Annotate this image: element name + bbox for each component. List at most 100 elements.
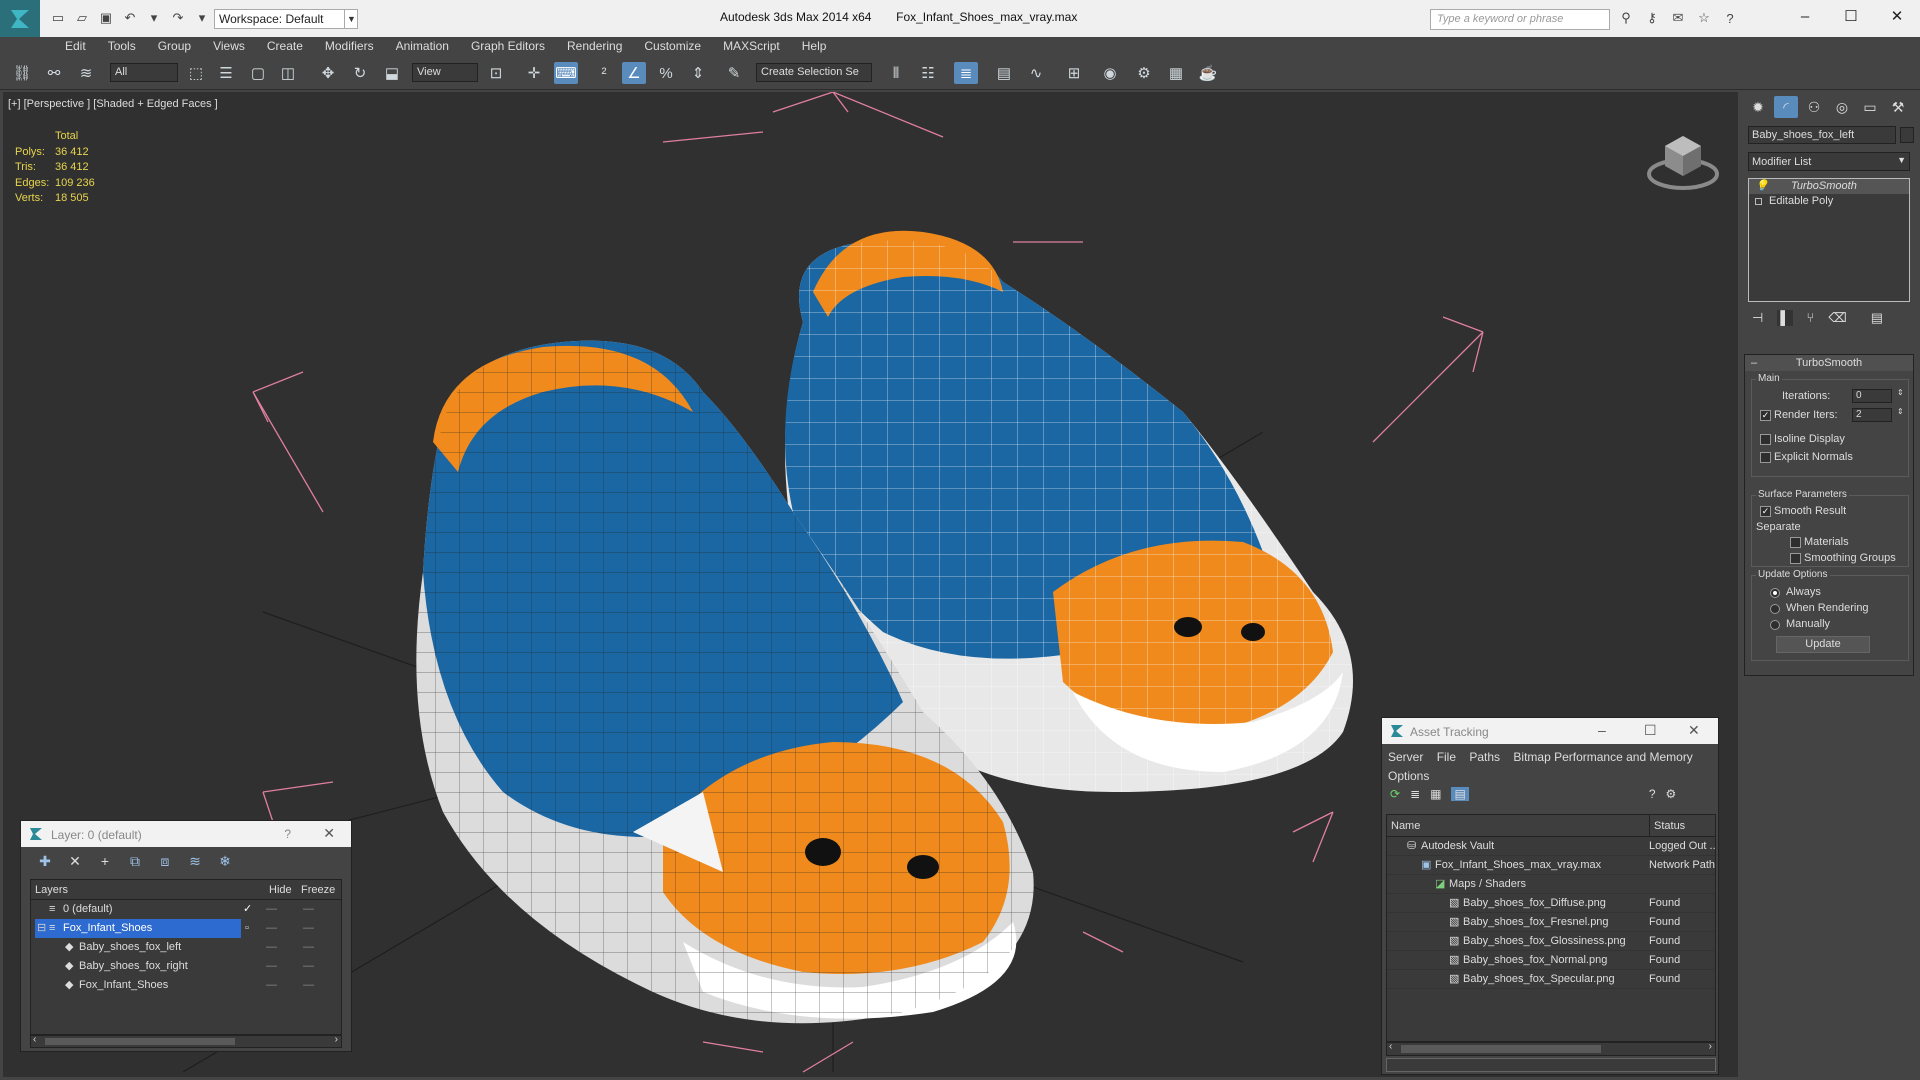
communication-icon[interactable]: ✉: [1668, 9, 1688, 27]
edit-named-selection-icon[interactable]: ✎: [722, 62, 746, 84]
update-button[interactable]: Update: [1776, 636, 1870, 653]
viewport-label[interactable]: [+] [Perspective ] [Shaded + Edged Faces…: [8, 98, 218, 110]
new-file-icon[interactable]: ▭: [48, 9, 68, 27]
named-selection-dropdown[interactable]: Create Selection Se: [756, 63, 872, 82]
utilities-tab-icon[interactable]: ⚒: [1886, 96, 1910, 118]
save-icon[interactable]: ▣: [96, 9, 116, 27]
scroll-left-icon[interactable]: ‹: [1389, 1041, 1392, 1052]
collapse-icon[interactable]: –: [1751, 355, 1757, 371]
lightbulb-icon[interactable]: 💡: [1755, 179, 1769, 194]
curve-editor-icon[interactable]: ∿: [1024, 62, 1048, 84]
col-status[interactable]: Status: [1649, 815, 1685, 837]
asset-row[interactable]: ▣ Fox_Infant_Shoes_max_vray.max Network …: [1387, 856, 1715, 875]
smoothing-groups-checkbox[interactable]: [1790, 553, 1801, 564]
horizontal-scrollbar[interactable]: ‹ ›: [30, 1034, 342, 1048]
hide-all-icon[interactable]: ≋: [183, 853, 207, 870]
hide-toggle[interactable]: —: [266, 900, 277, 919]
reference-coordinate-dropdown[interactable]: View: [412, 63, 478, 82]
rectangular-selection-icon[interactable]: ▢: [246, 62, 270, 84]
remove-modifier-icon[interactable]: ⌫: [1828, 310, 1846, 326]
menu-options[interactable]: Options: [1388, 769, 1429, 783]
snaps-toggle-icon[interactable]: ²: [592, 62, 616, 84]
workspace-dropdown[interactable]: Workspace: Default: [214, 9, 358, 29]
move-icon[interactable]: ✥: [316, 62, 340, 84]
undo-dropdown-icon[interactable]: ▾: [144, 9, 164, 27]
menu-help[interactable]: Help: [791, 37, 838, 56]
angle-snap-icon[interactable]: ∠: [622, 62, 646, 84]
expand-icon[interactable]: [1755, 198, 1762, 205]
menu-views[interactable]: Views: [202, 37, 256, 56]
always-radio[interactable]: [1770, 588, 1780, 598]
scale-icon[interactable]: ⬓: [380, 62, 404, 84]
selection-filter-dropdown[interactable]: All: [110, 63, 178, 82]
minimize-icon[interactable]: –: [1598, 722, 1606, 738]
stack-item-editable-poly[interactable]: Editable Poly: [1749, 194, 1909, 209]
keyboard-shortcut-override-icon[interactable]: ⌨: [554, 62, 578, 84]
menu-graph-editors[interactable]: Graph Editors: [460, 37, 556, 56]
smooth-result-checkbox[interactable]: ✓: [1760, 506, 1771, 517]
modify-tab-icon[interactable]: ◜: [1774, 96, 1798, 118]
refresh-icon[interactable]: ⟳: [1390, 787, 1400, 801]
asset-path-field[interactable]: [1386, 1058, 1716, 1072]
layer-manager-icon[interactable]: ≣: [954, 62, 978, 84]
explicit-normals-checkbox[interactable]: [1760, 452, 1771, 463]
isoline-display-checkbox[interactable]: [1760, 434, 1771, 445]
scroll-thumb[interactable]: [45, 1038, 235, 1045]
maximize-icon[interactable]: ☐: [1828, 0, 1874, 32]
help-icon[interactable]: ?: [1649, 787, 1656, 801]
pin-stack-icon[interactable]: ⊣: [1752, 310, 1763, 326]
col-layers[interactable]: Layers: [35, 880, 68, 900]
asset-row[interactable]: ▧ Baby_shoes_fox_Specular.png Found: [1387, 970, 1715, 989]
freeze-toggle[interactable]: —: [303, 938, 314, 957]
asset-row[interactable]: ▧ Baby_shoes_fox_Fresnel.png Found: [1387, 913, 1715, 932]
horizontal-scrollbar[interactable]: ‹ ›: [1386, 1041, 1716, 1056]
menu-bitmap-performance[interactable]: Bitmap Performance and Memory: [1513, 750, 1692, 764]
hierarchy-tab-icon[interactable]: ⚇: [1802, 96, 1826, 118]
thumbnail-view-icon[interactable]: ▦: [1430, 787, 1441, 801]
settings-icon[interactable]: ⚙: [1666, 787, 1677, 801]
menu-paths[interactable]: Paths: [1469, 750, 1500, 764]
rotate-icon[interactable]: ↻: [348, 62, 372, 84]
viewcube-icon[interactable]: [1643, 124, 1723, 194]
open-file-icon[interactable]: ▱: [72, 9, 92, 27]
binoculars-icon[interactable]: ⚲: [1616, 9, 1636, 27]
layer-row[interactable]: ◆ Fox_Infant_Shoes — —: [31, 976, 341, 995]
link-icon[interactable]: ⛓: [10, 62, 34, 84]
asset-row[interactable]: ◪ Maps / Shaders: [1387, 875, 1715, 894]
chevron-down-icon[interactable]: ▼: [344, 9, 358, 29]
modifier-list-dropdown[interactable]: Modifier List ▼: [1748, 152, 1910, 171]
asset-row[interactable]: ⛁ Autodesk Vault Logged Out ...: [1387, 837, 1715, 856]
layer-row[interactable]: ≡ 0 (default) ✓ — —: [31, 900, 341, 919]
list-view-icon[interactable]: ≣: [1410, 787, 1420, 801]
close-icon[interactable]: ✕: [1688, 722, 1700, 739]
window-crossing-icon[interactable]: ◫: [276, 62, 300, 84]
close-icon[interactable]: ✕: [323, 825, 335, 842]
spinner-arrows-icon[interactable]: ⇕: [1897, 388, 1904, 397]
collapse-icon[interactable]: ⊟: [37, 919, 46, 938]
render-frame-icon[interactable]: ▦: [1164, 62, 1188, 84]
scroll-left-icon[interactable]: ‹: [33, 1034, 36, 1045]
hide-toggle[interactable]: —: [266, 919, 277, 938]
freeze-toggle[interactable]: —: [303, 900, 314, 919]
unlink-icon[interactable]: ⚯: [42, 62, 66, 84]
menu-tools[interactable]: Tools: [97, 37, 147, 56]
redo-icon[interactable]: ↷: [168, 9, 188, 27]
col-freeze[interactable]: Freeze: [301, 880, 335, 900]
create-layer-icon[interactable]: ✚: [33, 853, 57, 870]
asset-dialog-titlebar[interactable]: Asset Tracking – ☐ ✕: [1382, 718, 1718, 744]
spinner-arrows-icon[interactable]: ⇕: [1897, 407, 1904, 416]
material-editor-icon[interactable]: ◉: [1098, 62, 1122, 84]
help-button[interactable]: ?: [284, 827, 291, 841]
menu-group[interactable]: Group: [147, 37, 202, 56]
schematic-view-icon[interactable]: ⊞: [1062, 62, 1086, 84]
pivot-center-icon[interactable]: ⊡: [484, 62, 508, 84]
menu-customize[interactable]: Customize: [633, 37, 712, 56]
scroll-right-icon[interactable]: ›: [335, 1034, 338, 1045]
select-manipulate-icon[interactable]: ✛: [522, 62, 546, 84]
mirror-icon[interactable]: ⫴: [884, 62, 908, 84]
layer-row[interactable]: ◆ Baby_shoes_fox_right — —: [31, 957, 341, 976]
rollout-header[interactable]: – TurboSmooth: [1745, 355, 1913, 371]
hide-toggle[interactable]: —: [266, 957, 277, 976]
help-icon[interactable]: ?: [1720, 9, 1740, 27]
highlight-selected-icon[interactable]: ⧈: [153, 853, 177, 870]
